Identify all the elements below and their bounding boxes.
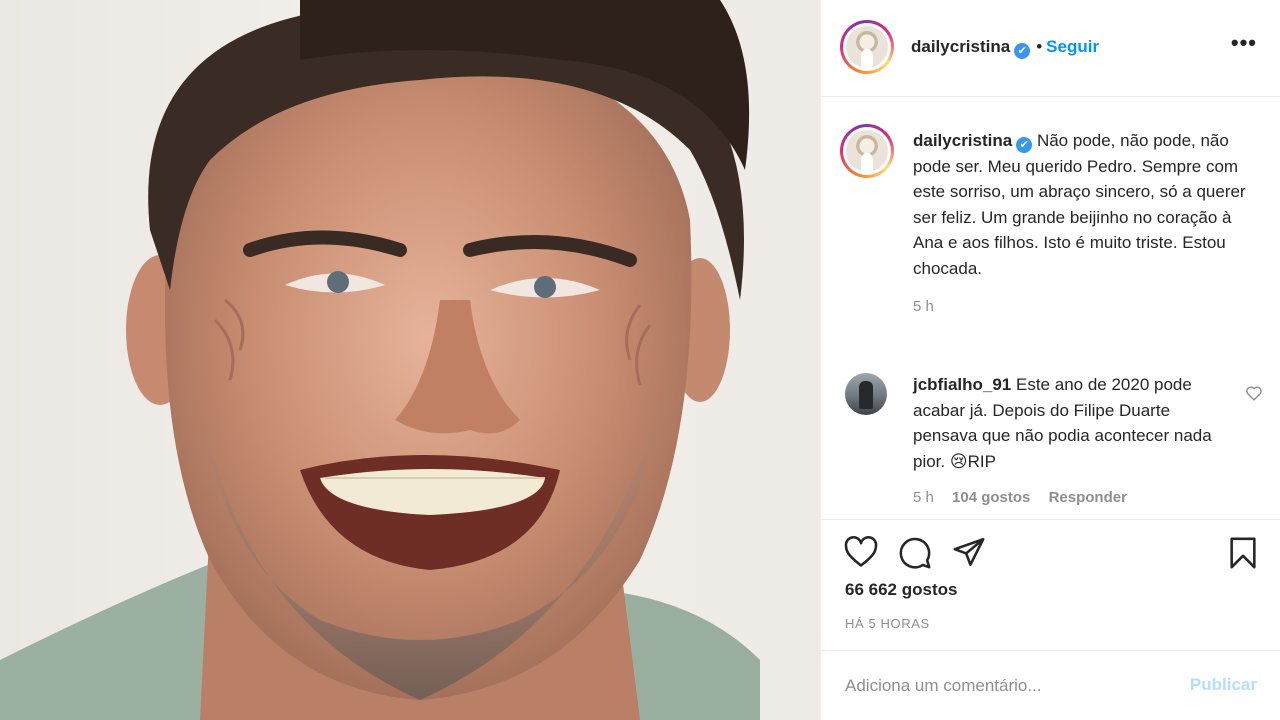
caption-body: dailycristina ✔ Não pode, não pode, não p… (913, 128, 1253, 281)
caption: dailycristina ✔ Não pode, não pode, não p… (913, 128, 1253, 315)
comment-username[interactable]: jcbfialho_91 (913, 375, 1011, 394)
commenter-avatar[interactable] (845, 373, 887, 415)
header-user-line: dailycristina ✔ • Seguir (911, 37, 1099, 59)
comment-meta: 5 h 104 gostos Responder (913, 489, 1233, 506)
caption-username[interactable]: dailycristina (913, 131, 1012, 150)
publish-button[interactable]: Publicar (1190, 675, 1257, 695)
post-actions: 66 662 gostos HÁ 5 HORAS Publicar (821, 519, 1280, 720)
comment-input[interactable] (845, 673, 1165, 699)
caption-text: Não pode, não pode, não pode ser. Meu qu… (913, 131, 1246, 278)
author-avatar[interactable] (840, 20, 894, 74)
post-photo[interactable] (0, 0, 820, 720)
heart-icon[interactable] (1245, 385, 1263, 406)
heart-icon[interactable] (844, 536, 878, 573)
portrait-illustration (0, 0, 760, 720)
comment-body: jcbfialho_91 Este ano de 2020 pode acaba… (913, 372, 1233, 474)
likes-count[interactable]: 66 662 gostos (845, 580, 957, 600)
comment-likes[interactable]: 104 gostos (952, 489, 1030, 506)
post-header: dailycristina ✔ • Seguir ••• (821, 0, 1280, 97)
separator-dot: • (1036, 37, 1043, 56)
comment-icon[interactable] (898, 536, 932, 575)
share-icon[interactable] (952, 536, 986, 573)
author-username[interactable]: dailycristina (911, 37, 1010, 56)
verified-icon: ✔ (1014, 43, 1031, 59)
caption-author-avatar[interactable] (840, 124, 894, 178)
reply-button[interactable]: Responder (1049, 489, 1127, 506)
comment-bar: Publicar (821, 650, 1280, 720)
post-time[interactable]: HÁ 5 HORAS (845, 616, 930, 631)
post-panel: dailycristina ✔ • Seguir ••• dailycristina ✔… (820, 0, 1280, 720)
bookmark-icon[interactable] (1227, 536, 1259, 575)
comment-time[interactable]: 5 h (913, 489, 934, 506)
comment: jcbfialho_91 Este ano de 2020 pode acaba… (913, 372, 1233, 506)
caption-time[interactable]: 5 h (913, 298, 1253, 315)
more-options-icon[interactable]: ••• (1231, 30, 1257, 56)
verified-icon: ✔ (1016, 137, 1033, 153)
follow-button[interactable]: Seguir (1046, 37, 1099, 56)
